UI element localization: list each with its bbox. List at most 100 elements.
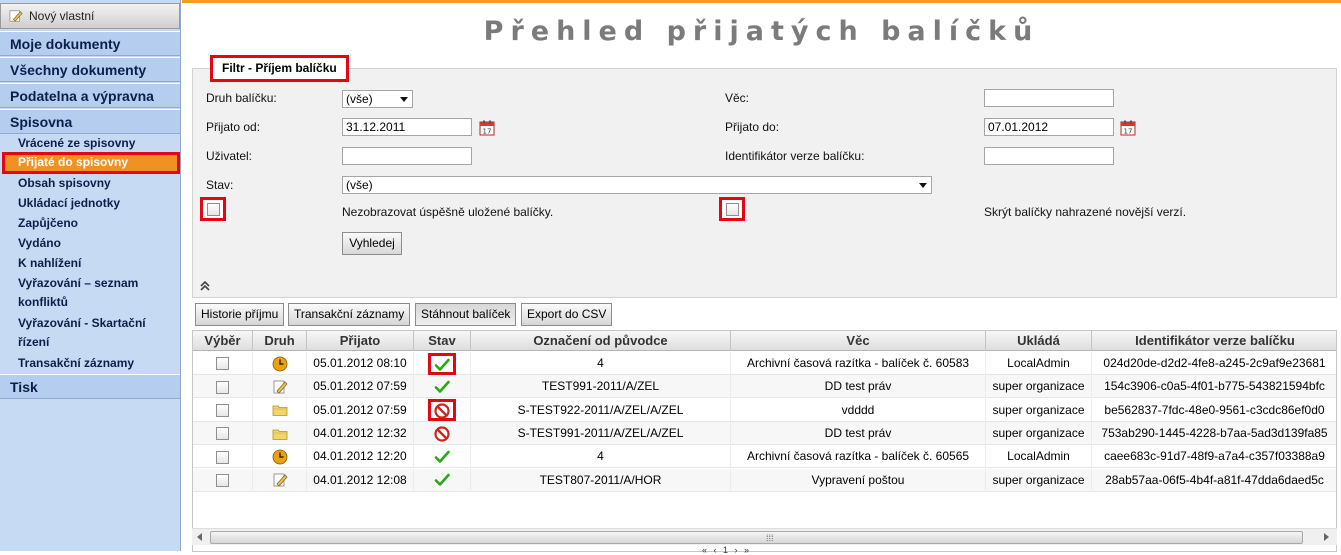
pencil-icon bbox=[9, 10, 23, 22]
sidebar-item-zapujceno[interactable]: Zapůjčeno bbox=[18, 214, 176, 232]
scroll-left-icon[interactable] bbox=[197, 533, 202, 541]
row-stav bbox=[414, 421, 471, 445]
column-header-uklada[interactable]: Ukládá bbox=[986, 331, 1092, 351]
nav-podatelna[interactable]: Podatelna a výpravna bbox=[0, 83, 180, 108]
row-ident: be562837-7fdc-48e0-9561-c3cdc86ef0d0 bbox=[1092, 399, 1336, 422]
sidebar-item-vracene[interactable]: Vrácené ze spisovny bbox=[18, 134, 176, 152]
row-select-checkbox[interactable] bbox=[216, 473, 229, 487]
hide-success-checkbox-frame[interactable] bbox=[200, 197, 226, 221]
row-select bbox=[193, 421, 253, 445]
prijato-od-input[interactable] bbox=[342, 118, 472, 136]
sidebar-item-transakcni[interactable]: Transakční záznamy bbox=[18, 354, 176, 372]
column-header-prijato[interactable]: Přijato bbox=[307, 331, 414, 351]
row-select-checkbox[interactable] bbox=[216, 427, 229, 441]
nav-vsechny-dokumenty[interactable]: Všechny dokumenty bbox=[0, 57, 180, 82]
history-button[interactable]: Historie příjmu bbox=[195, 303, 285, 326]
row-oznaceni: 4 bbox=[471, 352, 731, 375]
scrollbar-thumb[interactable]: ⁞⁞⁞ bbox=[210, 531, 1303, 544]
row-select bbox=[193, 468, 253, 492]
svg-text:17: 17 bbox=[483, 128, 492, 136]
row-select-checkbox[interactable] bbox=[216, 450, 229, 464]
sidebar-item-vyrazovani-skartacni[interactable]: Vyřazování - Skartační bbox=[18, 314, 176, 332]
calendar-icon[interactable]: 17 bbox=[479, 120, 495, 136]
table-row[interactable]: 04.01.2012 12:32 S-TEST991-2011/A/ZEL/A/Z… bbox=[193, 421, 1336, 445]
sidebar-item-prijate[interactable]: Přijaté do spisovny bbox=[2, 152, 180, 174]
column-header-vec[interactable]: Věc bbox=[731, 331, 986, 351]
row-vec: Vypravení poštou bbox=[731, 468, 986, 492]
column-header-druh[interactable]: Druh bbox=[253, 331, 307, 351]
sidebar-item-vyrazovani-seznam[interactable]: Vyřazování – seznam bbox=[18, 274, 176, 292]
row-ident: 28ab57aa-06f5-4b4f-a81f-47dda6daed5c bbox=[1092, 469, 1336, 492]
sidebar-item-vydano[interactable]: Vydáno bbox=[18, 234, 176, 252]
row-vec: DD test práv bbox=[731, 421, 986, 445]
column-header-vyber[interactable]: Výběr bbox=[193, 331, 253, 351]
hide-replaced-checkbox-frame[interactable] bbox=[719, 197, 745, 221]
row-oznaceni: TEST991-2011/A/ZEL bbox=[471, 375, 731, 399]
stav-select[interactable]: (vše) bbox=[342, 176, 932, 194]
calendar-icon[interactable]: 17 bbox=[1120, 120, 1136, 136]
ident-input[interactable] bbox=[984, 147, 1114, 165]
collapse-up-icon[interactable] bbox=[199, 280, 211, 292]
sidebar-item-ukladaci[interactable]: Ukládací jednotky bbox=[18, 194, 176, 212]
table-row[interactable]: 05.01.2012 08:10 4 Archivní časová razítka… bbox=[193, 352, 1336, 375]
vec-input[interactable] bbox=[984, 89, 1114, 107]
search-button[interactable]: Vyhledej bbox=[342, 232, 402, 255]
export-csv-button[interactable]: Export do CSV bbox=[521, 303, 613, 326]
new-document-button[interactable]: Nový vlastní bbox=[0, 3, 180, 29]
pencil-icon bbox=[273, 380, 288, 394]
checkmark-icon bbox=[434, 380, 450, 393]
stav-label: Stav: bbox=[206, 178, 234, 192]
row-select bbox=[193, 398, 253, 422]
row-druh bbox=[253, 352, 307, 375]
table-row[interactable]: 05.01.2012 07:59 TEST991-2011/A/ZEL DD tes… bbox=[193, 375, 1336, 399]
top-accent-line bbox=[182, 0, 1341, 3]
svg-text:17: 17 bbox=[1124, 128, 1133, 136]
row-select-checkbox[interactable] bbox=[216, 380, 229, 394]
table-row[interactable]: 04.01.2012 12:08 TEST807-2011/A/HOR Vyprav… bbox=[193, 468, 1336, 492]
table-row[interactable]: 04.01.2012 12:20 4 Archivní časová razítka… bbox=[193, 445, 1336, 469]
prijato-do-input[interactable] bbox=[984, 118, 1114, 136]
hide-replaced-checkbox[interactable] bbox=[725, 202, 739, 216]
row-druh bbox=[253, 421, 307, 445]
scroll-right-icon[interactable] bbox=[1324, 533, 1329, 541]
checkmark-icon bbox=[434, 358, 450, 371]
row-stav bbox=[414, 398, 471, 422]
prijato-od-label: Přijato od: bbox=[206, 120, 261, 134]
row-select-checkbox[interactable] bbox=[216, 403, 229, 417]
row-select bbox=[193, 445, 253, 469]
row-druh bbox=[253, 468, 307, 492]
row-uklada: super organizace bbox=[986, 375, 1092, 399]
column-header-oznaceni[interactable]: Označení od původce bbox=[471, 331, 731, 351]
row-ident: caee683c-91d7-48f9-a7a4-c357f03388a9 bbox=[1092, 445, 1336, 468]
sidebar-item-vyrazovani-seznam-cont[interactable]: konfliktů bbox=[18, 293, 176, 311]
sidebar-item-obsah[interactable]: Obsah spisovny bbox=[18, 174, 176, 192]
sidebar-item-vyrazovani-skartacni-cont[interactable]: řízení bbox=[18, 333, 176, 351]
folder-icon bbox=[272, 429, 287, 440]
sidebar-item-k-nahlizeni[interactable]: K nahlížení bbox=[18, 254, 176, 272]
column-header-ident[interactable]: Identifikátor verze balíčku bbox=[1092, 331, 1336, 351]
nav-moje-dokumenty[interactable]: Moje dokumenty bbox=[0, 31, 180, 56]
checkmark-icon bbox=[434, 474, 450, 487]
column-header-stav[interactable]: Stav bbox=[414, 331, 471, 351]
hide-success-checkbox[interactable] bbox=[206, 202, 220, 216]
download-button[interactable]: Stáhnout balíček bbox=[415, 303, 517, 326]
row-stav bbox=[414, 375, 471, 399]
status-highlight bbox=[428, 399, 456, 422]
pager[interactable]: « ‹ 1 › » bbox=[702, 545, 751, 555]
druh-select[interactable]: (vše) bbox=[342, 90, 413, 108]
transactions-button[interactable]: Transakční záznamy bbox=[288, 303, 411, 326]
grip-icon: ⁞⁞⁞ bbox=[766, 533, 774, 543]
chevron-down-icon bbox=[919, 183, 927, 188]
nav-spisovna[interactable]: Spisovna bbox=[0, 109, 180, 134]
row-uklada: super organizace bbox=[986, 421, 1092, 445]
uzivatel-input[interactable] bbox=[342, 147, 472, 165]
row-vec: Archivní časová razítka - balíček č. 605… bbox=[731, 445, 986, 469]
table-row[interactable]: 05.01.2012 07:59 S-TEST922-2011/A/ZEL/A/Z… bbox=[193, 398, 1336, 422]
row-uklada: LocalAdmin bbox=[986, 445, 1092, 469]
horizontal-scrollbar[interactable]: ⁞⁞⁞ bbox=[192, 528, 1337, 545]
row-oznaceni: S-TEST922-2011/A/ZEL/A/ZEL bbox=[471, 398, 731, 422]
row-druh bbox=[253, 375, 307, 399]
row-select-checkbox[interactable] bbox=[216, 357, 229, 371]
row-vec: vdddd bbox=[731, 398, 986, 422]
nav-tisk[interactable]: Tisk bbox=[0, 374, 180, 399]
